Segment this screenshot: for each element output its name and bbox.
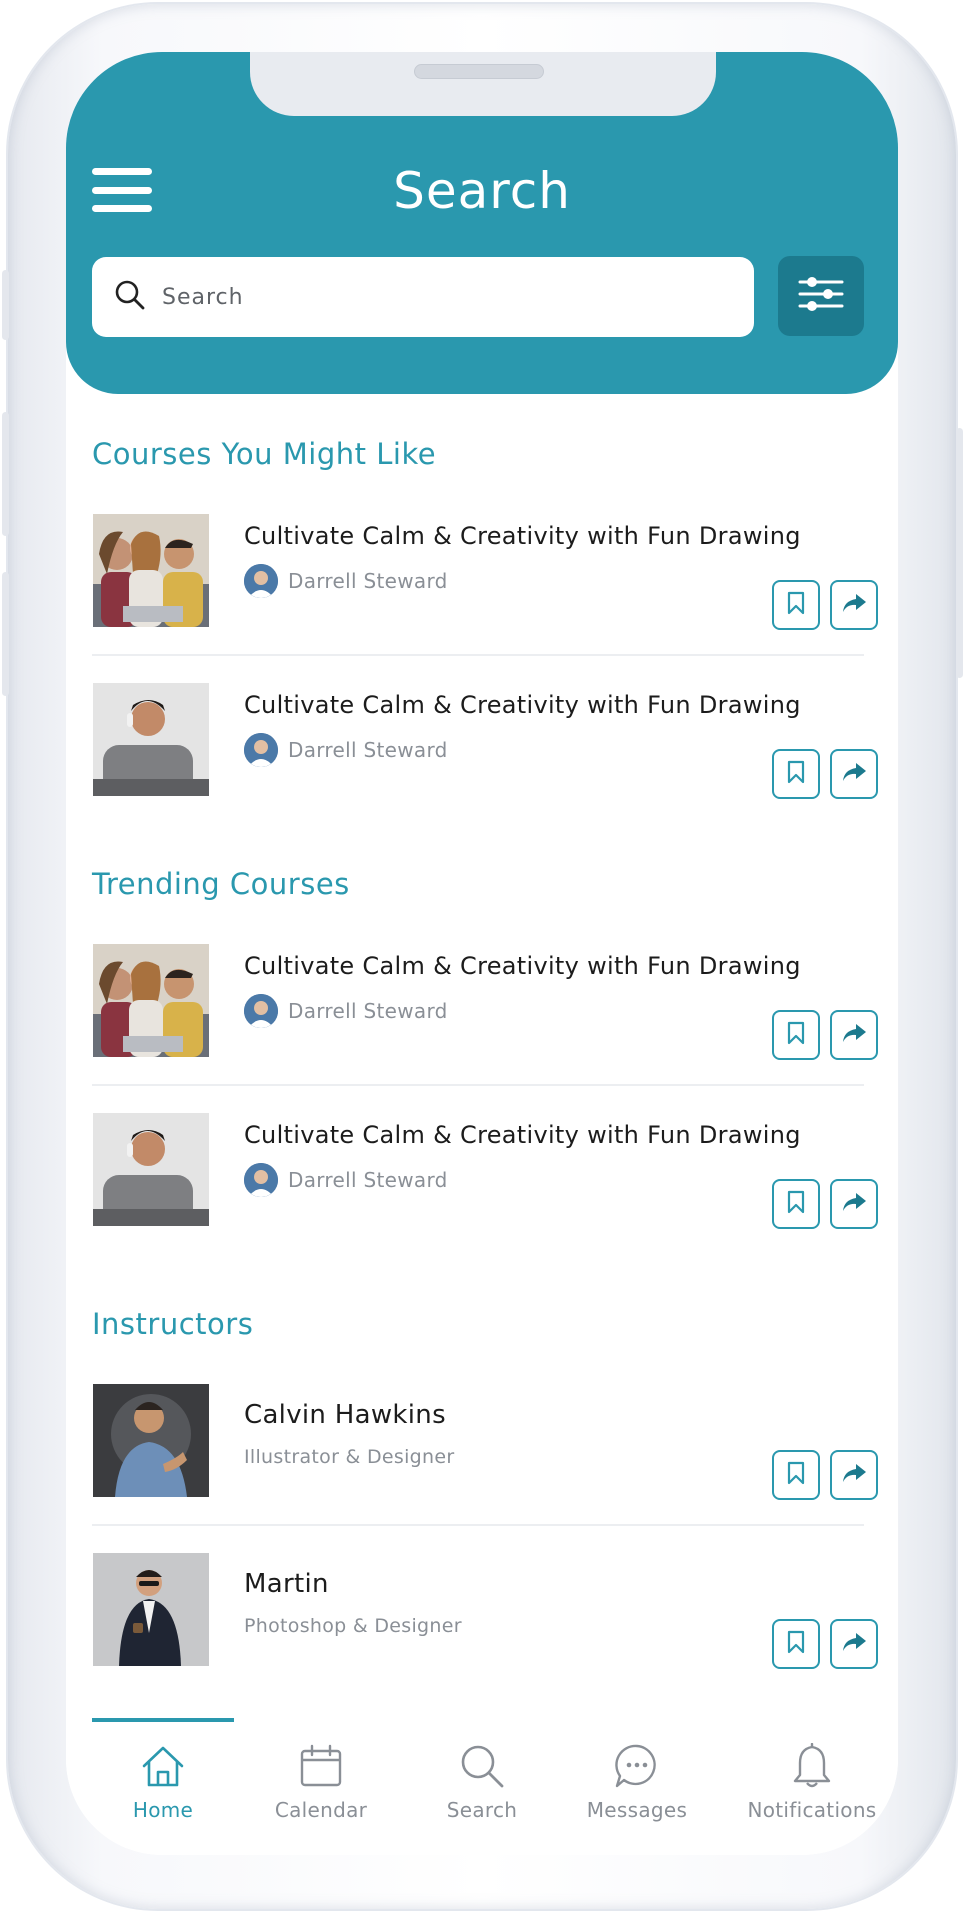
share-arrow-icon	[841, 1191, 867, 1217]
share-arrow-icon	[841, 1022, 867, 1048]
header: Search	[66, 52, 898, 394]
tab-label: Calendar	[274, 1798, 368, 1822]
course-row[interactable]: Cultivate Calm & Creativity with Fun Dra…	[92, 683, 878, 823]
calendar-icon	[246, 1742, 396, 1790]
course-thumbnail-man-headphones-photo	[93, 683, 209, 796]
course-thumbnail-group-photo	[93, 944, 209, 1057]
bottom-tab-bar: Home Calendar Search Messages Notificati	[66, 1718, 898, 1855]
course-thumbnail-group-photo	[93, 514, 209, 627]
author-name: Darrell Steward	[288, 738, 448, 762]
instructor-row[interactable]: Calvin Hawkins Illustrator & Designer	[92, 1384, 878, 1526]
bookmark-icon	[787, 591, 805, 619]
tab-label: Home	[132, 1798, 194, 1822]
section-title-instructors: Instructors	[92, 1307, 254, 1341]
search-input[interactable]	[160, 283, 724, 311]
author-name: Darrell Steward	[288, 999, 448, 1023]
bell-icon	[726, 1742, 898, 1790]
course-title: Cultivate Calm & Creativity with Fun Dra…	[244, 691, 801, 719]
course-author: Darrell Steward	[244, 1163, 448, 1197]
instructor-role: Illustrator & Designer	[244, 1446, 455, 1468]
page-title: Search	[393, 162, 571, 220]
share-button[interactable]	[830, 1010, 878, 1060]
phone-power-button	[956, 428, 963, 678]
author-avatar	[244, 1163, 278, 1197]
phone-volume-up-button	[2, 412, 9, 536]
tab-messages[interactable]: Messages	[562, 1742, 712, 1822]
filter-button[interactable]	[778, 256, 864, 336]
active-tab-indicator	[92, 1718, 234, 1722]
bookmark-button[interactable]	[772, 580, 820, 630]
bookmark-icon	[787, 1021, 805, 1049]
instructor-photo	[93, 1553, 209, 1666]
instructor-role: Photoshop & Designer	[244, 1615, 462, 1637]
course-author: Darrell Steward	[244, 994, 448, 1028]
section-title-courses: Courses You Might Like	[92, 437, 437, 471]
tab-label: Search	[446, 1798, 518, 1822]
phone-side-button	[2, 270, 9, 340]
course-thumbnail-man-headphones-photo	[93, 1113, 209, 1226]
bookmark-button[interactable]	[772, 749, 820, 799]
share-arrow-icon	[841, 1462, 867, 1488]
share-button[interactable]	[830, 580, 878, 630]
tab-search[interactable]: Search	[407, 1742, 557, 1822]
share-arrow-icon	[841, 1631, 867, 1657]
course-title: Cultivate Calm & Creativity with Fun Dra…	[244, 522, 801, 550]
author-avatar	[244, 564, 278, 598]
share-arrow-icon	[841, 761, 867, 787]
sliders-icon	[798, 274, 844, 318]
tab-calendar[interactable]: Calendar	[246, 1742, 396, 1822]
bookmark-icon	[787, 760, 805, 788]
author-name: Darrell Steward	[288, 1168, 448, 1192]
search-field[interactable]	[92, 257, 754, 337]
instructor-name: Calvin Hawkins	[244, 1400, 446, 1430]
share-button[interactable]	[830, 749, 878, 799]
course-author: Darrell Steward	[244, 564, 448, 598]
course-title: Cultivate Calm & Creativity with Fun Dra…	[244, 1121, 801, 1149]
search-icon	[407, 1742, 557, 1790]
author-avatar	[244, 733, 278, 767]
share-button[interactable]	[830, 1619, 878, 1669]
course-author: Darrell Steward	[244, 733, 448, 767]
author-name: Darrell Steward	[288, 569, 448, 593]
course-title: Cultivate Calm & Creativity with Fun Dra…	[244, 952, 801, 980]
tab-home[interactable]: Home	[88, 1742, 238, 1822]
bookmark-button[interactable]	[772, 1010, 820, 1060]
bookmark-icon	[787, 1630, 805, 1658]
course-row[interactable]: Cultivate Calm & Creativity with Fun Dra…	[92, 514, 878, 656]
instructor-photo	[93, 1384, 209, 1497]
share-button[interactable]	[830, 1450, 878, 1500]
messages-icon	[562, 1742, 712, 1790]
bookmark-button[interactable]	[772, 1619, 820, 1669]
instructor-name: Martin	[244, 1569, 329, 1599]
tab-notifications[interactable]: Notifications	[726, 1742, 898, 1822]
bookmark-icon	[787, 1461, 805, 1489]
course-row[interactable]: Cultivate Calm & Creativity with Fun Dra…	[92, 1113, 878, 1253]
share-arrow-icon	[841, 592, 867, 618]
instructor-row[interactable]: Martin Photoshop & Designer	[92, 1553, 878, 1693]
phone-volume-down-button	[2, 572, 9, 696]
course-row[interactable]: Cultivate Calm & Creativity with Fun Dra…	[92, 944, 878, 1086]
bookmark-button[interactable]	[772, 1179, 820, 1229]
bookmark-button[interactable]	[772, 1450, 820, 1500]
home-icon	[88, 1742, 238, 1790]
author-avatar	[244, 994, 278, 1028]
tab-label: Notifications	[747, 1798, 877, 1822]
section-title-trending: Trending Courses	[92, 867, 350, 901]
share-button[interactable]	[830, 1179, 878, 1229]
app-screen: Search Courses You Might Like	[66, 52, 898, 1855]
tab-label: Messages	[586, 1798, 688, 1822]
speaker-grille	[414, 64, 544, 79]
notch	[250, 52, 716, 116]
bookmark-icon	[787, 1190, 805, 1218]
search-icon	[114, 279, 146, 315]
